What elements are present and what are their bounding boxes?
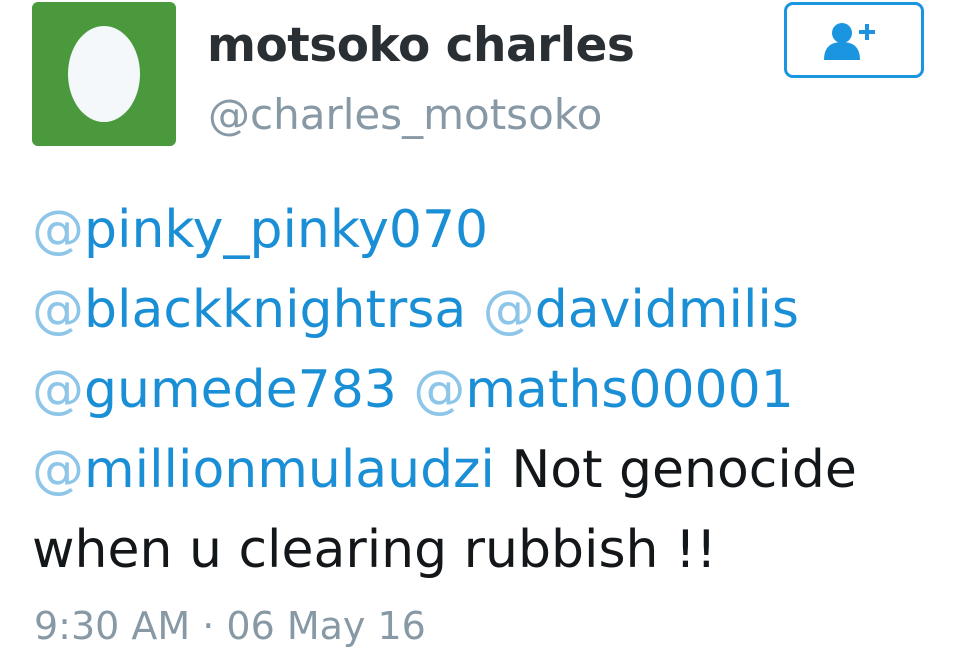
tweet-timestamp[interactable]: 9:30 AM · 06 May 16	[34, 604, 426, 648]
tweet-line-2: @blackknightrsa @davidmilis	[32, 270, 942, 350]
mention-link[interactable]: @maths00001	[413, 360, 793, 420]
mention-at-symbol: @	[32, 440, 84, 500]
mention-link[interactable]: @davidmilis	[483, 280, 799, 340]
mention-name: millionmulaudzi	[84, 440, 495, 500]
mention-name: gumede783	[84, 360, 397, 420]
display-name[interactable]: motsoko charles	[207, 18, 635, 73]
mention-link[interactable]: @millionmulaudzi	[32, 440, 495, 500]
tweet-line-5: when u clearing rubbish !!	[32, 510, 942, 590]
mention-at-symbol: @	[32, 280, 84, 340]
follow-user-plus-icon	[824, 23, 875, 60]
avatar[interactable]	[32, 2, 176, 146]
tweet-line-3: @gumede783 @maths00001	[32, 350, 942, 430]
egg-avatar-icon	[68, 26, 140, 122]
user-handle[interactable]: @charles_motsoko	[208, 90, 602, 139]
mention-link[interactable]: @gumede783	[32, 360, 397, 420]
mention-at-symbol: @	[32, 360, 84, 420]
mention-at-symbol: @	[32, 200, 84, 260]
mention-name: pinky_pinky070	[84, 200, 489, 260]
mention-name: maths00001	[465, 360, 794, 420]
mention-name: blackknightrsa	[84, 280, 467, 340]
mention-at-symbol: @	[413, 360, 466, 420]
tweet-text: @pinky_pinky070 @blackknightrsa @davidmi…	[32, 190, 942, 590]
mention-at-symbol: @	[482, 280, 535, 340]
follow-button[interactable]	[784, 2, 924, 78]
tweet-line-4: @millionmulaudzi Not genocide	[32, 430, 942, 510]
tweet-body-text: when u clearing rubbish !!	[32, 520, 717, 580]
mention-name: davidmilis	[534, 280, 799, 340]
mention-link[interactable]: @blackknightrsa	[32, 280, 466, 340]
tweet-body-text: Not genocide	[511, 440, 857, 500]
mention-link[interactable]: @pinky_pinky070	[32, 200, 488, 260]
tweet-line-1: @pinky_pinky070	[32, 190, 942, 270]
